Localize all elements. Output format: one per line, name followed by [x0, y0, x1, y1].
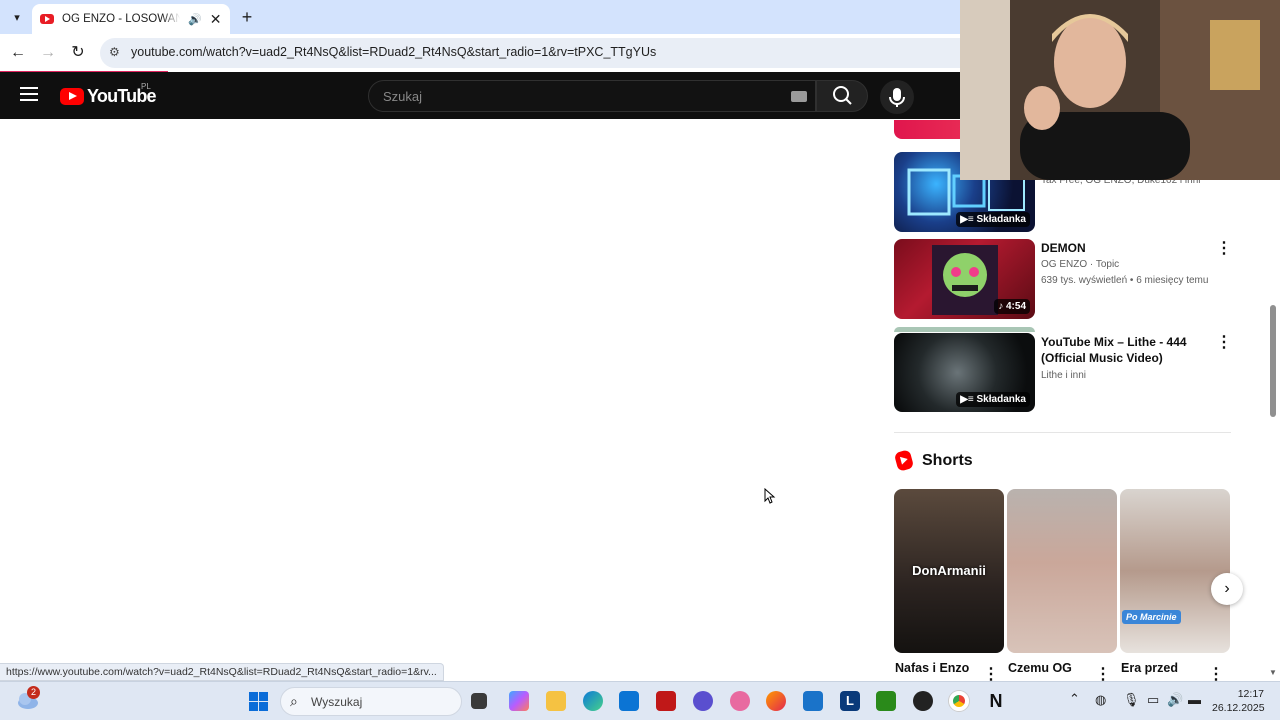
browser-tab[interactable]: OG ENZO - LOSOWANIE - Y 🔊 ✕ [32, 4, 230, 34]
windows-taskbar: 2 ⌕ Wyszukaj L N ⌃ ◍ 🎙 ▭ 🔊 ▬ 12:17 26.12… [0, 681, 1280, 720]
video-channel[interactable]: Lithe i inni [1041, 369, 1086, 383]
outlook-icon[interactable] [803, 691, 823, 711]
video-title[interactable]: DEMON [1041, 240, 1209, 256]
playlist-icon: ▶≡ [960, 394, 977, 405]
chevron-right-icon: › [1224, 580, 1230, 597]
more-options-icon[interactable]: ⋮ [1216, 334, 1232, 352]
video-thumbnail[interactable]: ▶≡ Składanka [894, 333, 1035, 412]
flower-app-icon[interactable] [730, 691, 750, 711]
back-arrow-icon[interactable]: ← [7, 42, 29, 64]
taskbar-search-placeholder: Wyszukaj [311, 695, 363, 709]
short-title[interactable]: Czemu OG [1008, 661, 1072, 675]
country-code: PL [141, 82, 151, 91]
search-icon [833, 86, 852, 105]
video-channel[interactable]: OG ENZO · Topic [1041, 258, 1119, 272]
site-info-icon[interactable]: ⚙ [109, 45, 120, 59]
microphone-icon [889, 88, 905, 107]
tab-search-chevron-icon[interactable]: ▾ [6, 7, 28, 27]
browser-toolbar: ← → ↻ ⚙ youtube.com/watch?v=uad2_Rt4NsQ&… [0, 34, 960, 72]
youtube-header: YouTube PL Szukaj [0, 72, 960, 119]
shorts-icon [893, 449, 915, 472]
playlist-icon: ▶≡ [960, 214, 977, 225]
short-thumbnail[interactable] [1007, 489, 1117, 653]
short-thumbnail[interactable]: Po Marcinie [1120, 489, 1230, 653]
copilot-icon[interactable] [509, 691, 529, 711]
new-tab-button[interactable]: + [236, 6, 258, 28]
youtube-favicon-icon [40, 14, 54, 24]
firefox-icon[interactable] [766, 691, 786, 711]
short-title[interactable]: Nafas i Enzo [895, 661, 969, 675]
clock-time: 12:17 [1237, 688, 1264, 700]
video-stats: 639 tys. wyświetleń • 6 miesięcy temu [1041, 275, 1209, 286]
scroll-down-arrow-icon[interactable]: ▼ [1269, 668, 1277, 677]
search-placeholder: Szukaj [383, 89, 423, 104]
webcam-overlay [960, 0, 1280, 180]
url-text[interactable]: youtube.com/watch?v=uad2_Rt4NsQ&list=RDu… [131, 45, 656, 59]
status-bar-url: https://www.youtube.com/watch?v=uad2_Rt4… [0, 663, 444, 681]
menu-icon[interactable] [20, 87, 38, 101]
next-arrow-button[interactable]: › [1211, 573, 1243, 605]
forward-arrow-icon[interactable]: → [37, 42, 59, 64]
search-button[interactable] [816, 80, 868, 112]
app-icon[interactable] [693, 691, 713, 711]
playlist-badge: ▶≡ Składanka [956, 212, 1030, 227]
microphone-tray-icon[interactable]: 🎙 [1123, 692, 1140, 708]
tray-overflow-chevron-icon[interactable]: ⌃ [1069, 691, 1080, 707]
section-divider [894, 432, 1231, 433]
more-options-icon[interactable]: ⋮ [1216, 240, 1232, 258]
windows-start-icon[interactable] [249, 692, 268, 711]
battery-icon[interactable]: ▬ [1188, 692, 1201, 707]
edge-icon[interactable] [583, 691, 603, 711]
close-tab-icon[interactable]: ✕ [210, 11, 222, 28]
file-explorer-icon[interactable] [546, 691, 566, 711]
task-view-icon[interactable] [471, 693, 487, 709]
chrome-icon[interactable] [949, 691, 969, 711]
voice-search-button[interactable] [880, 80, 914, 114]
video-thumbnail[interactable]: ♪ 4:54 [894, 239, 1035, 319]
speaker-icon[interactable]: 🔊 [188, 13, 202, 26]
tab-title: OG ENZO - LOSOWANIE - Y [62, 13, 180, 25]
taskbar-search-input[interactable]: ⌕ Wyszukaj [280, 687, 462, 716]
l-app-icon[interactable]: L [840, 691, 860, 711]
volume-icon[interactable]: 🔊 [1167, 692, 1183, 708]
music-note-icon: ♪ [998, 301, 1006, 312]
notion-icon[interactable]: N [986, 691, 1006, 711]
playlist-badge: ▶≡ Składanka [956, 392, 1030, 407]
duration-badge: ♪ 4:54 [994, 299, 1030, 314]
system-clock[interactable]: 12:17 26.12.2025 [1212, 687, 1265, 715]
nvidia-icon[interactable] [876, 691, 896, 711]
search-input[interactable]: Szukaj [368, 80, 816, 112]
clock-date: 26.12.2025 [1212, 702, 1265, 714]
video-title[interactable]: YouTube Mix – Lithe - 444 (Official Musi… [1041, 334, 1209, 366]
keyboard-icon[interactable] [791, 91, 807, 102]
playlist-stack-edge [894, 327, 1035, 332]
short-title[interactable]: Era przed [1121, 661, 1178, 675]
short-overlay-text: Po Marcinie [1122, 610, 1181, 624]
reload-icon[interactable]: ↻ [67, 42, 89, 64]
page-scrollbar[interactable] [1270, 305, 1276, 417]
weather-badge: 2 [27, 686, 40, 699]
store-icon[interactable] [619, 691, 639, 711]
mouse-cursor-icon [764, 488, 776, 504]
youtube-logo[interactable]: YouTube PL [60, 82, 157, 106]
short-thumbnail[interactable]: DonArmanii [894, 489, 1004, 653]
shorts-heading: Shorts [922, 452, 973, 469]
search-icon: ⌕ [290, 693, 298, 709]
short-overlay-text: DonArmanii [912, 563, 986, 578]
display-icon[interactable]: ▭ [1147, 692, 1159, 708]
network-shield-icon[interactable]: ◍ [1095, 692, 1106, 708]
youtube-play-icon [60, 87, 84, 105]
address-bar[interactable]: ⚙ youtube.com/watch?v=uad2_Rt4NsQ&list=R… [100, 38, 960, 68]
obs-icon[interactable] [913, 691, 933, 711]
mcafee-icon[interactable] [656, 691, 676, 711]
browser-tab-bar: ▾ OG ENZO - LOSOWANIE - Y 🔊 ✕ + [0, 0, 960, 34]
webcam-person-image [960, 0, 1280, 180]
